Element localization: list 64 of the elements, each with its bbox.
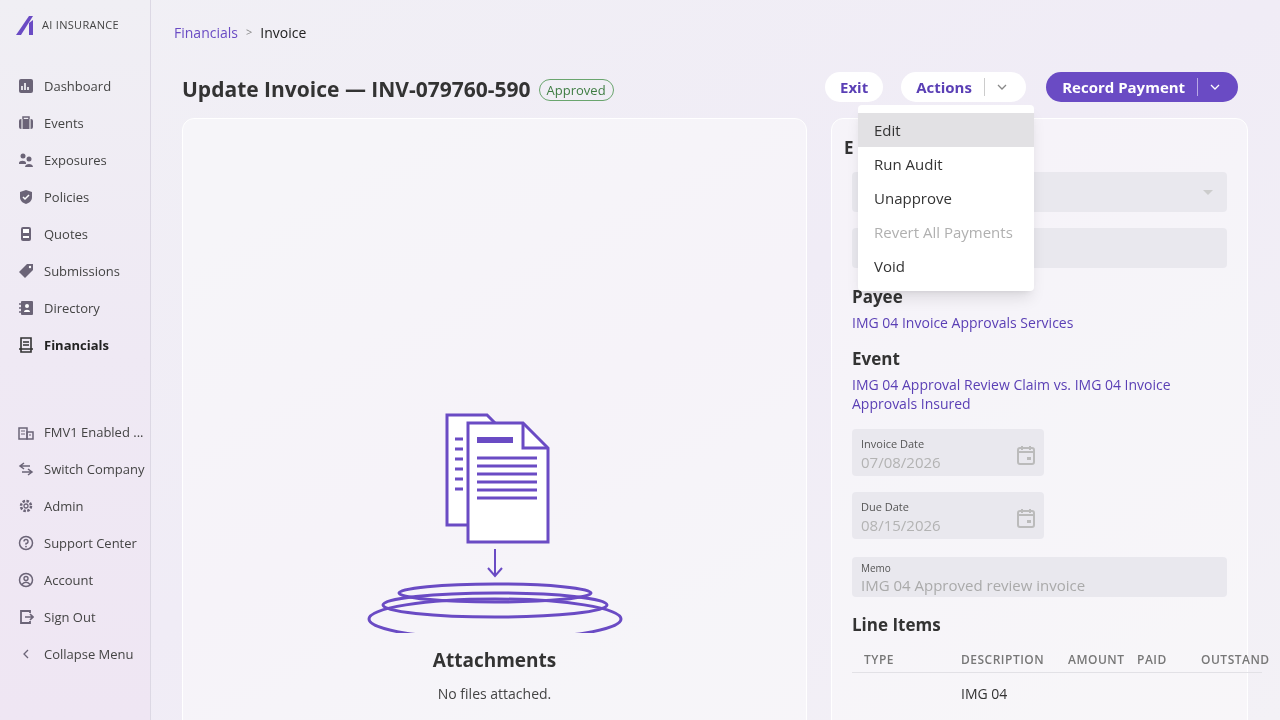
menu-item[interactable]: Unapprove	[858, 181, 1034, 215]
calendar-icon[interactable]	[1017, 508, 1035, 528]
sidebar-item[interactable]: Exposures	[18, 149, 150, 171]
tag-icon	[18, 263, 34, 279]
caret-icon[interactable]	[996, 84, 1007, 90]
event-link[interactable]: IMG 04 Approval Review Claim vs. IMG 04 Invoice Approvals Insured	[852, 375, 1192, 413]
help-icon	[18, 535, 34, 551]
document-upload-icon	[366, 413, 623, 633]
menu-item[interactable]: Edit	[858, 113, 1034, 147]
date-field[interactable]: Invoice Date 07/08/2026	[852, 429, 1044, 476]
breadcrumb-current: Invoice	[260, 22, 307, 43]
column-header: TYPE	[864, 650, 895, 669]
sidebar-item[interactable]: FMV1 Enabled ...	[18, 421, 150, 443]
memo-field[interactable]: Memo IMG 04 Approved review invoice	[852, 557, 1227, 597]
menu-item[interactable]: Run Audit	[858, 147, 1034, 181]
table-cell-text: IMG 04	[961, 683, 1009, 704]
contact-book-icon	[18, 300, 34, 316]
logo-text: AI INSURANCE	[42, 16, 119, 34]
receipt-icon	[18, 337, 34, 353]
empty-message: No files attached.	[437, 682, 552, 704]
people-icon	[18, 152, 34, 168]
user-circle-icon	[18, 572, 34, 588]
calendar-icon[interactable]	[1017, 445, 1035, 465]
sidebar-item[interactable]: Policies	[18, 186, 150, 208]
sidebar-item[interactable]: Collapse Menu	[18, 643, 150, 665]
column-header: PAID	[1137, 650, 1168, 669]
page-title: Update Invoice — INV-079760-590	[182, 74, 531, 105]
exit-button[interactable]: Exit	[825, 72, 884, 102]
line-items-title: Line Items	[852, 612, 941, 638]
logo-icon	[16, 15, 36, 35]
sidebar-item[interactable]: Submissions	[18, 260, 150, 282]
column-header: OUTSTAND	[1201, 650, 1271, 669]
briefcase-icon	[18, 115, 34, 131]
sidebar-item[interactable]: Account	[18, 569, 150, 591]
breadcrumb-link[interactable]: Financials	[174, 22, 238, 43]
sign-out-icon	[18, 609, 34, 625]
calculator-icon	[18, 226, 34, 242]
building-icon	[18, 424, 34, 440]
sidebar-item[interactable]: Dashboard	[18, 75, 150, 97]
settings-icon	[18, 498, 34, 514]
payee-label: Payee	[852, 284, 903, 310]
attachments-title: Attachments	[432, 646, 557, 675]
breadcrumb-separator: >	[245, 24, 253, 41]
event-label: Event	[852, 346, 900, 372]
column-header: AMOUNT	[1068, 650, 1126, 669]
shield-icon	[18, 189, 34, 205]
sidebar-item[interactable]: Support Center	[18, 532, 150, 554]
sidebar-item[interactable]: Quotes	[18, 223, 150, 245]
sidebar-item[interactable]: Admin	[18, 495, 150, 517]
record-payment-button[interactable]: Record Payment	[1046, 72, 1239, 102]
bar-chart-icon	[18, 78, 34, 94]
payee-link[interactable]: IMG 04 Invoice Approvals Services	[852, 312, 1074, 333]
sidebar-item[interactable]: Sign Out	[18, 606, 150, 628]
sidebar-item[interactable]: Directory	[18, 297, 150, 319]
dropdown-arrow-icon	[1203, 189, 1213, 195]
sidebar-item[interactable]: Financials	[18, 334, 150, 356]
date-field[interactable]: Due Date 08/15/2026	[852, 492, 1044, 539]
sidebar-item[interactable]: Switch Company	[18, 458, 150, 480]
menu-item[interactable]: Void	[858, 249, 1034, 283]
column-header: DESCRIPTION	[961, 650, 1046, 669]
section-heading: E	[844, 135, 854, 161]
actions-button[interactable]: Actions	[901, 72, 1027, 102]
swap-arrows-icon	[18, 461, 34, 477]
sidebar-item[interactable]: Events	[18, 112, 150, 134]
